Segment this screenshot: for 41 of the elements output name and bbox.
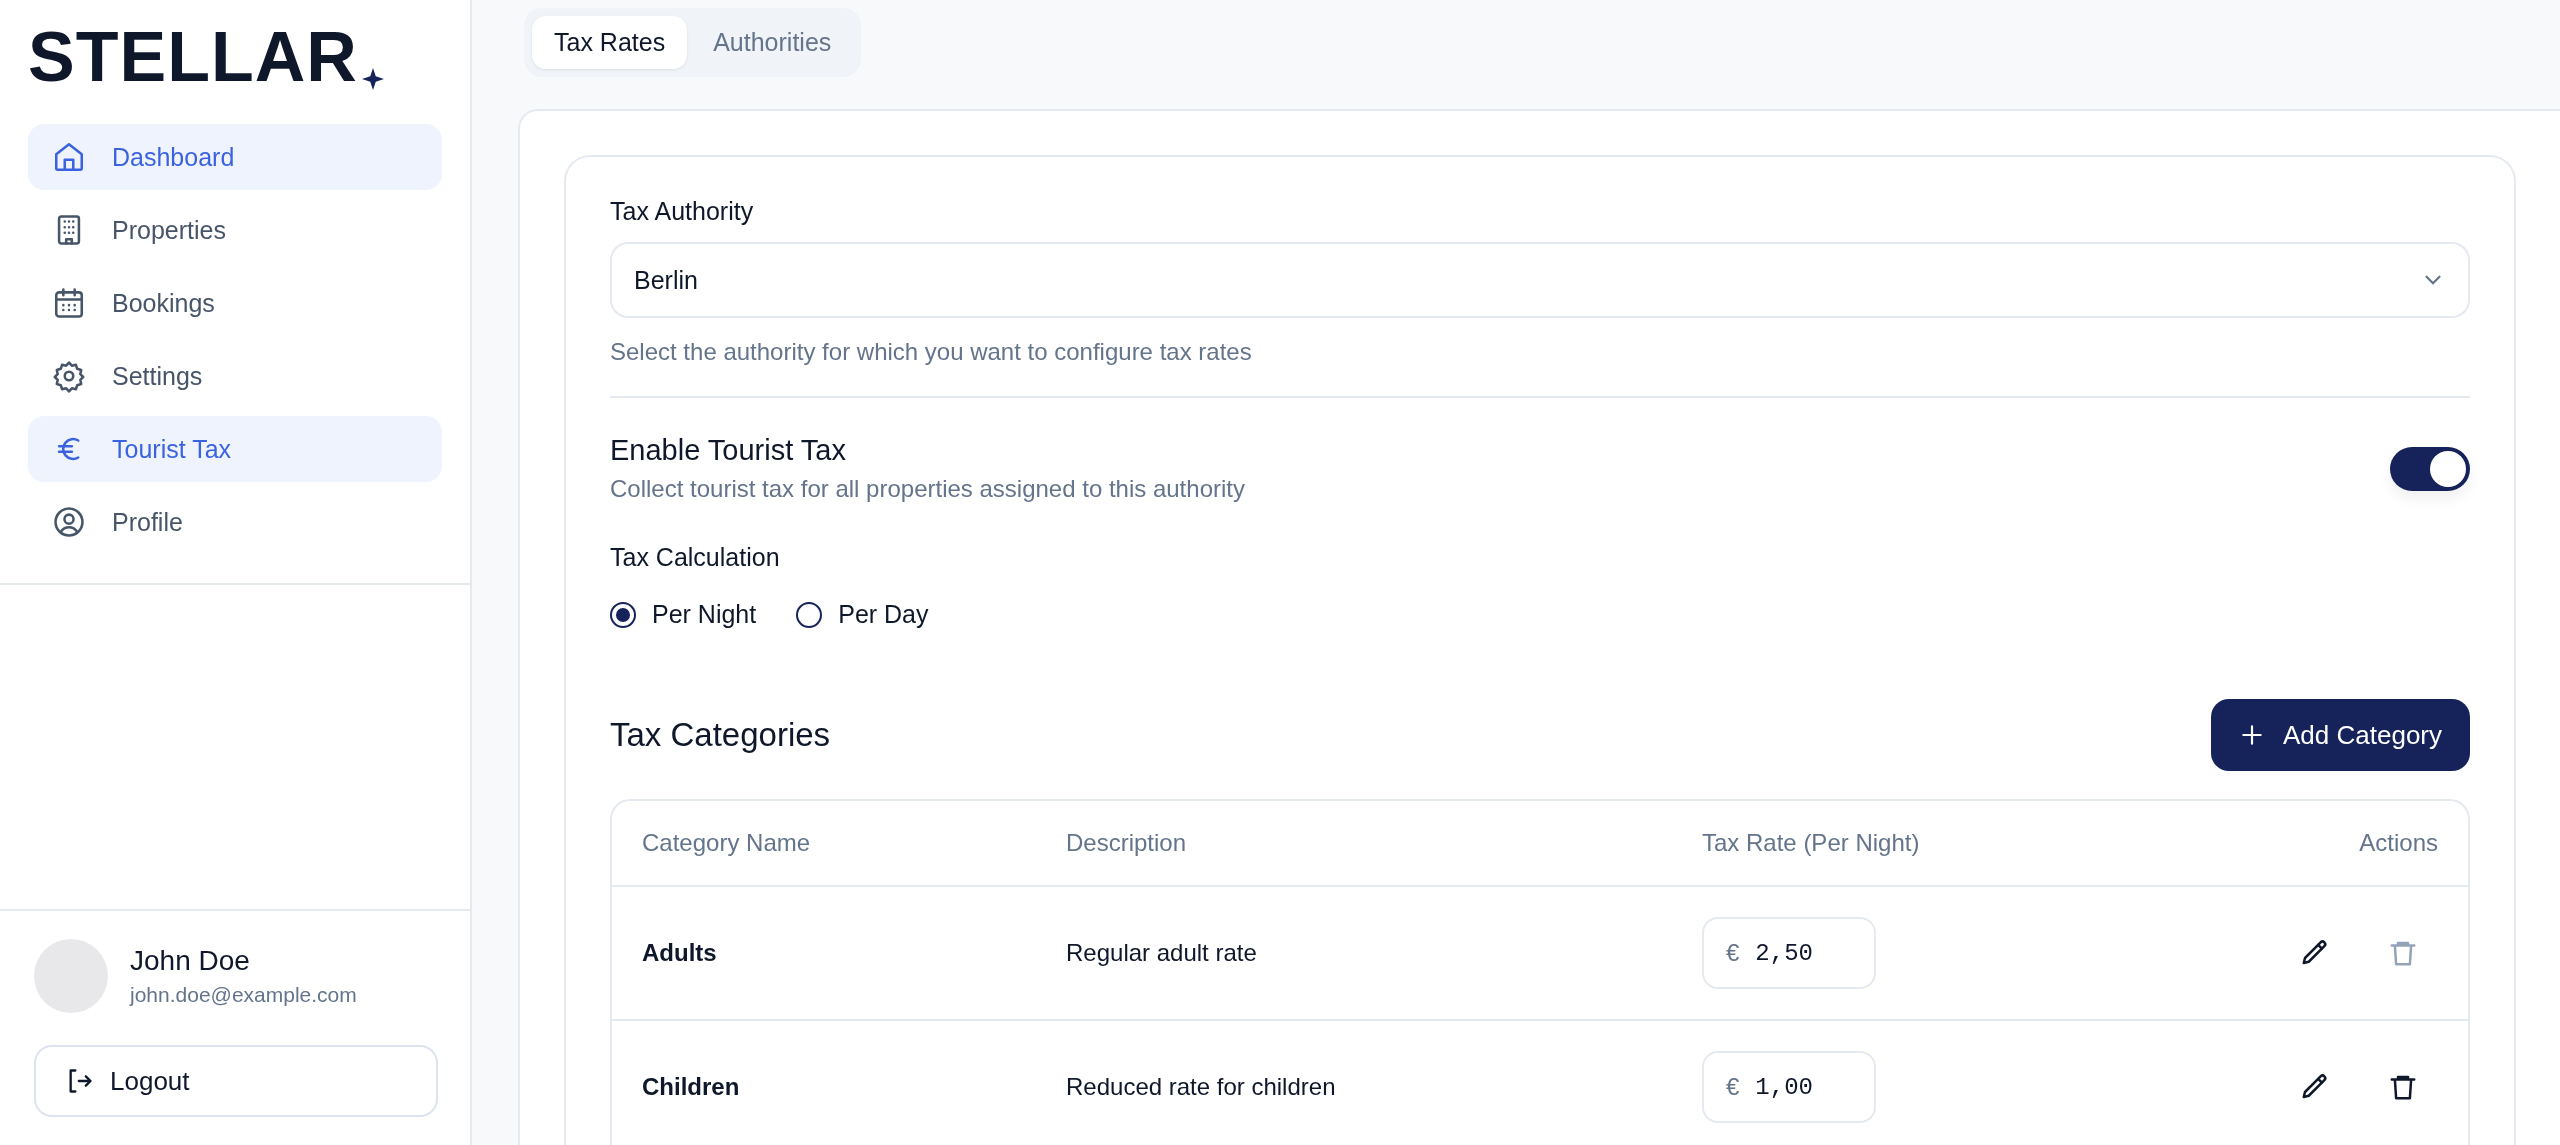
sidebar-item[interactable]: Settings <box>28 343 442 409</box>
radio-option[interactable]: Per Night <box>610 600 757 629</box>
column-header: Description <box>1066 829 1188 857</box>
tab[interactable]: Tax Rates <box>532 16 688 69</box>
column-header: Category Name <box>642 829 812 857</box>
toggle-switch[interactable] <box>2390 446 2470 491</box>
user-icon <box>52 505 86 539</box>
setting-description: Collect tourist tax for all properties assigned to this authority <box>610 475 1245 503</box>
table-cell-text: Regular adult rate <box>1066 939 1258 967</box>
column-header: Tax Rate (Per Night) <box>1702 829 1921 857</box>
add-category-button[interactable]: Add Category <box>2211 699 2470 771</box>
sidebar-item[interactable]: Dashboard <box>28 124 442 190</box>
table-cell-text: Reduced rate for children <box>1066 1073 1337 1101</box>
column-header: Actions <box>2358 829 2438 857</box>
tab[interactable]: Authorities <box>691 16 854 69</box>
settings-icon <box>52 359 86 393</box>
sidebar-item[interactable]: Properties <box>28 197 442 263</box>
radio-button[interactable] <box>796 601 823 628</box>
radio-button[interactable] <box>610 601 636 628</box>
field-label: Tax Calculation <box>610 543 781 572</box>
plus-icon <box>2239 722 2265 748</box>
logout-button[interactable]: Logout <box>34 1045 438 1117</box>
rate-input[interactable]: € 1,00 <box>1702 1051 1876 1123</box>
calendar-icon <box>52 286 86 320</box>
field-hint: Select the authority for which you want to configure tax rates <box>610 338 1253 366</box>
sidebar-item[interactable]: Bookings <box>28 270 442 336</box>
rate-input[interactable]: € 2,50 <box>1702 917 1876 989</box>
table-cell-text: Adults <box>642 939 718 967</box>
star-icon <box>361 68 384 90</box>
authority-select[interactable]: Berlin <box>610 242 2470 318</box>
user-name: John Doe <box>130 945 251 977</box>
setting-title: Enable Tourist Tax <box>610 434 847 467</box>
table-cell-text: Children <box>642 1073 741 1101</box>
sidebar-item[interactable]: Tourist Tax <box>28 416 442 482</box>
sidebar-item[interactable]: Profile <box>28 489 442 555</box>
user-email: john.doe@example.com <box>130 983 357 1007</box>
section-title: Tax Categories <box>610 716 831 754</box>
field-label: Tax Authority <box>610 197 755 226</box>
radio-option[interactable]: Per Day <box>796 600 929 629</box>
logo-text: STELLAR <box>28 22 358 92</box>
home-icon <box>52 140 86 174</box>
